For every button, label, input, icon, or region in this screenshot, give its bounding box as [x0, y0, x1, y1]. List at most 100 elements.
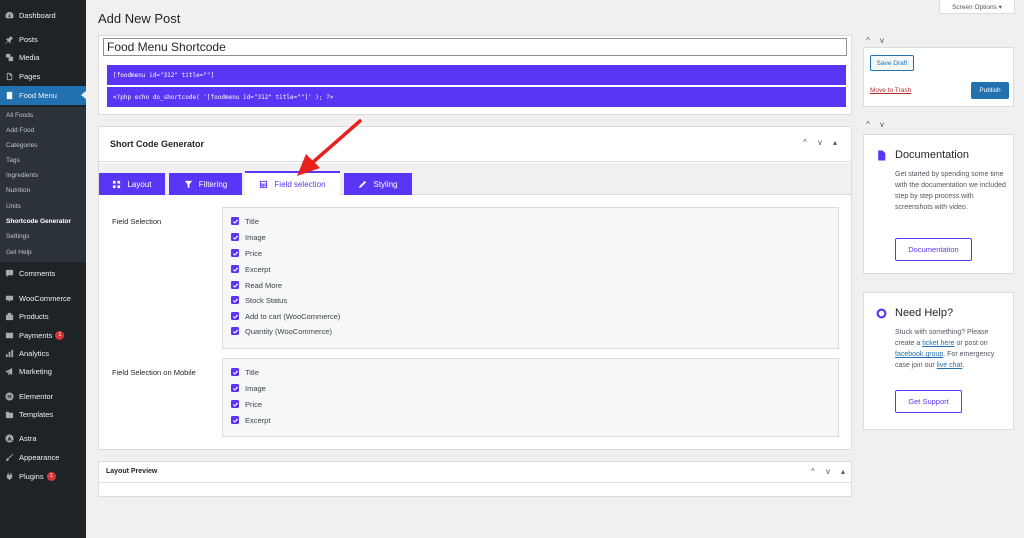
sidebar-item-label: Pages [19, 71, 41, 81]
collapse-icon[interactable]: ▴ [841, 467, 845, 476]
sidebar-item-pages[interactable]: Pages [0, 67, 86, 85]
get-support-button[interactable]: Get Support [895, 390, 962, 413]
sidebar-item-payments[interactable]: Payments 1 [0, 326, 86, 344]
sidebar-item-analytics[interactable]: Analytics [0, 344, 86, 362]
checkbox-checked-icon[interactable] [231, 265, 239, 273]
sidebar-item-plugins[interactable]: Plugins 1 [0, 467, 86, 485]
sidebar-item-dashboard[interactable]: Dashboard [0, 6, 86, 24]
documentation-button[interactable]: Documentation [895, 238, 972, 261]
sidebar-item-marketing[interactable]: Marketing [0, 362, 86, 380]
publish-button[interactable]: Publish [971, 82, 1009, 99]
checkbox-checked-icon[interactable] [231, 296, 239, 304]
move-up-icon[interactable]: ^ [866, 120, 870, 129]
mobile-field-option-excerpt[interactable]: Excerpt [231, 415, 270, 425]
facebook-group-link[interactable]: facebook group [895, 351, 943, 358]
move-to-trash-link[interactable]: Move to Trash [870, 87, 911, 94]
ticket-link[interactable]: ticket here [922, 340, 954, 347]
checkbox-checked-icon[interactable] [231, 312, 239, 320]
submenu-item-ingredients[interactable]: Ingredients [6, 172, 38, 179]
documentation-heading: Documentation [876, 149, 969, 161]
admin-sidebar: Dashboard Posts Media Pages Food Menu Al… [0, 0, 86, 538]
sidebar-item-woocommerce[interactable]: WooCommerce [0, 289, 86, 307]
sidebar-item-elementor[interactable]: Elementor [0, 387, 86, 405]
mobile-field-option-title[interactable]: Title [231, 367, 259, 377]
move-down-icon[interactable]: v [818, 138, 822, 147]
sidebar-item-templates[interactable]: Templates [0, 405, 86, 423]
move-down-icon[interactable]: v [880, 36, 884, 45]
sidebar-item-label: Templates [19, 409, 54, 419]
filter-icon [184, 180, 193, 189]
tab-field-selection[interactable]: Field selection [245, 171, 340, 195]
sidebar-item-media[interactable]: Media [0, 48, 86, 66]
tab-filtering[interactable]: Filtering [169, 173, 242, 195]
documentation-box: Documentation Get started by spending so… [863, 134, 1014, 274]
field-option-quantity[interactable]: Quantity (WooCommerce) [231, 326, 332, 336]
product-icon [5, 312, 14, 321]
sidebar-item-label: WooCommerce [19, 293, 71, 303]
elementor-icon [5, 391, 14, 401]
checkbox-checked-icon[interactable] [231, 368, 239, 376]
field-option-excerpt[interactable]: Excerpt [231, 264, 270, 274]
post-title-input[interactable]: Food Menu Shortcode [103, 38, 847, 56]
sidebar-item-astra[interactable]: Astra [0, 429, 86, 447]
move-up-icon[interactable]: ^ [811, 467, 815, 476]
move-down-icon[interactable]: v [826, 467, 830, 476]
brush-icon [5, 453, 14, 462]
checkbox-checked-icon[interactable] [231, 217, 239, 225]
field-option-price[interactable]: Price [231, 248, 262, 258]
checkbox-checked-icon[interactable] [231, 233, 239, 241]
document-icon [876, 150, 887, 161]
grid-icon [112, 180, 121, 189]
field-option-image[interactable]: Image [231, 232, 266, 242]
sidebar-item-label: Comments [19, 268, 56, 278]
megaphone-icon [5, 367, 14, 376]
live-chat-link[interactable]: live chat [937, 362, 963, 369]
sidebar-item-products[interactable]: Products [0, 307, 86, 325]
screen-options-button[interactable]: Screen Options ▾ [939, 0, 1015, 14]
checkbox-checked-icon[interactable] [231, 400, 239, 408]
checkbox-checked-icon[interactable] [231, 384, 239, 392]
mobile-field-option-price[interactable]: Price [231, 399, 262, 409]
sidebar-item-label: Plugins [19, 471, 44, 481]
checkbox-checked-icon[interactable] [231, 281, 239, 289]
field-option-stock-status[interactable]: Stock Status [231, 295, 287, 305]
save-draft-button[interactable]: Save Draft [870, 55, 914, 71]
tab-layout[interactable]: Layout [99, 173, 165, 195]
submenu-item-settings[interactable]: Settings [6, 233, 30, 240]
move-down-icon[interactable]: v [880, 120, 884, 129]
submenu-item-shortcode-generator[interactable]: Shortcode Generator [6, 218, 71, 225]
php-code-field[interactable]: <?php echo do_shortcode( '[foodmenu id="… [107, 87, 846, 107]
field-option-title[interactable]: Title [231, 216, 259, 226]
sidebar-item-posts[interactable]: Posts [0, 30, 86, 48]
field-option-read-more[interactable]: Read More [231, 280, 282, 290]
collapse-icon[interactable]: ▴ [833, 138, 837, 147]
tab-styling[interactable]: Styling [344, 173, 412, 195]
checkbox-checked-icon[interactable] [231, 249, 239, 257]
submenu-item-all-foods[interactable]: All Foods [6, 112, 33, 119]
submenu-item-add-food[interactable]: Add Food [6, 127, 34, 134]
page-title: Add New Post [98, 11, 181, 26]
publish-box: Save Draft Move to Trash Publish [863, 47, 1014, 107]
support-icon [876, 308, 887, 319]
plugins-badge: 1 [46, 471, 56, 481]
submenu-item-categories[interactable]: Categories [6, 142, 37, 149]
sidebar-item-label: Products [19, 311, 49, 321]
submenu-item-tags[interactable]: Tags [6, 157, 20, 164]
submenu-item-nutrition[interactable]: Nutrition [6, 187, 30, 194]
move-up-icon[interactable]: ^ [803, 138, 807, 147]
mobile-field-option-image[interactable]: Image [231, 383, 266, 393]
sidebar-item-appearance[interactable]: Appearance [0, 448, 86, 466]
submenu-item-get-help[interactable]: Get Help [6, 249, 32, 256]
sidebar-item-food-menu[interactable]: Food Menu [0, 86, 86, 105]
checkbox-checked-icon[interactable] [231, 416, 239, 424]
move-up-icon[interactable]: ^ [866, 36, 870, 45]
checkbox-checked-icon[interactable] [231, 327, 239, 335]
shortcode-field[interactable]: [foodmenu id="312" title=""] [107, 65, 846, 85]
sidebar-item-comments[interactable]: Comments [0, 264, 86, 282]
field-option-add-to-cart[interactable]: Add to cart (WooCommerce) [231, 311, 340, 321]
submenu-item-units[interactable]: Units [6, 203, 21, 210]
sidebar-item-label: Appearance [19, 452, 60, 462]
woocommerce-icon [5, 294, 14, 303]
field-selection-mobile-label: Field Selection on Mobile [112, 368, 196, 377]
media-icon [5, 53, 14, 62]
